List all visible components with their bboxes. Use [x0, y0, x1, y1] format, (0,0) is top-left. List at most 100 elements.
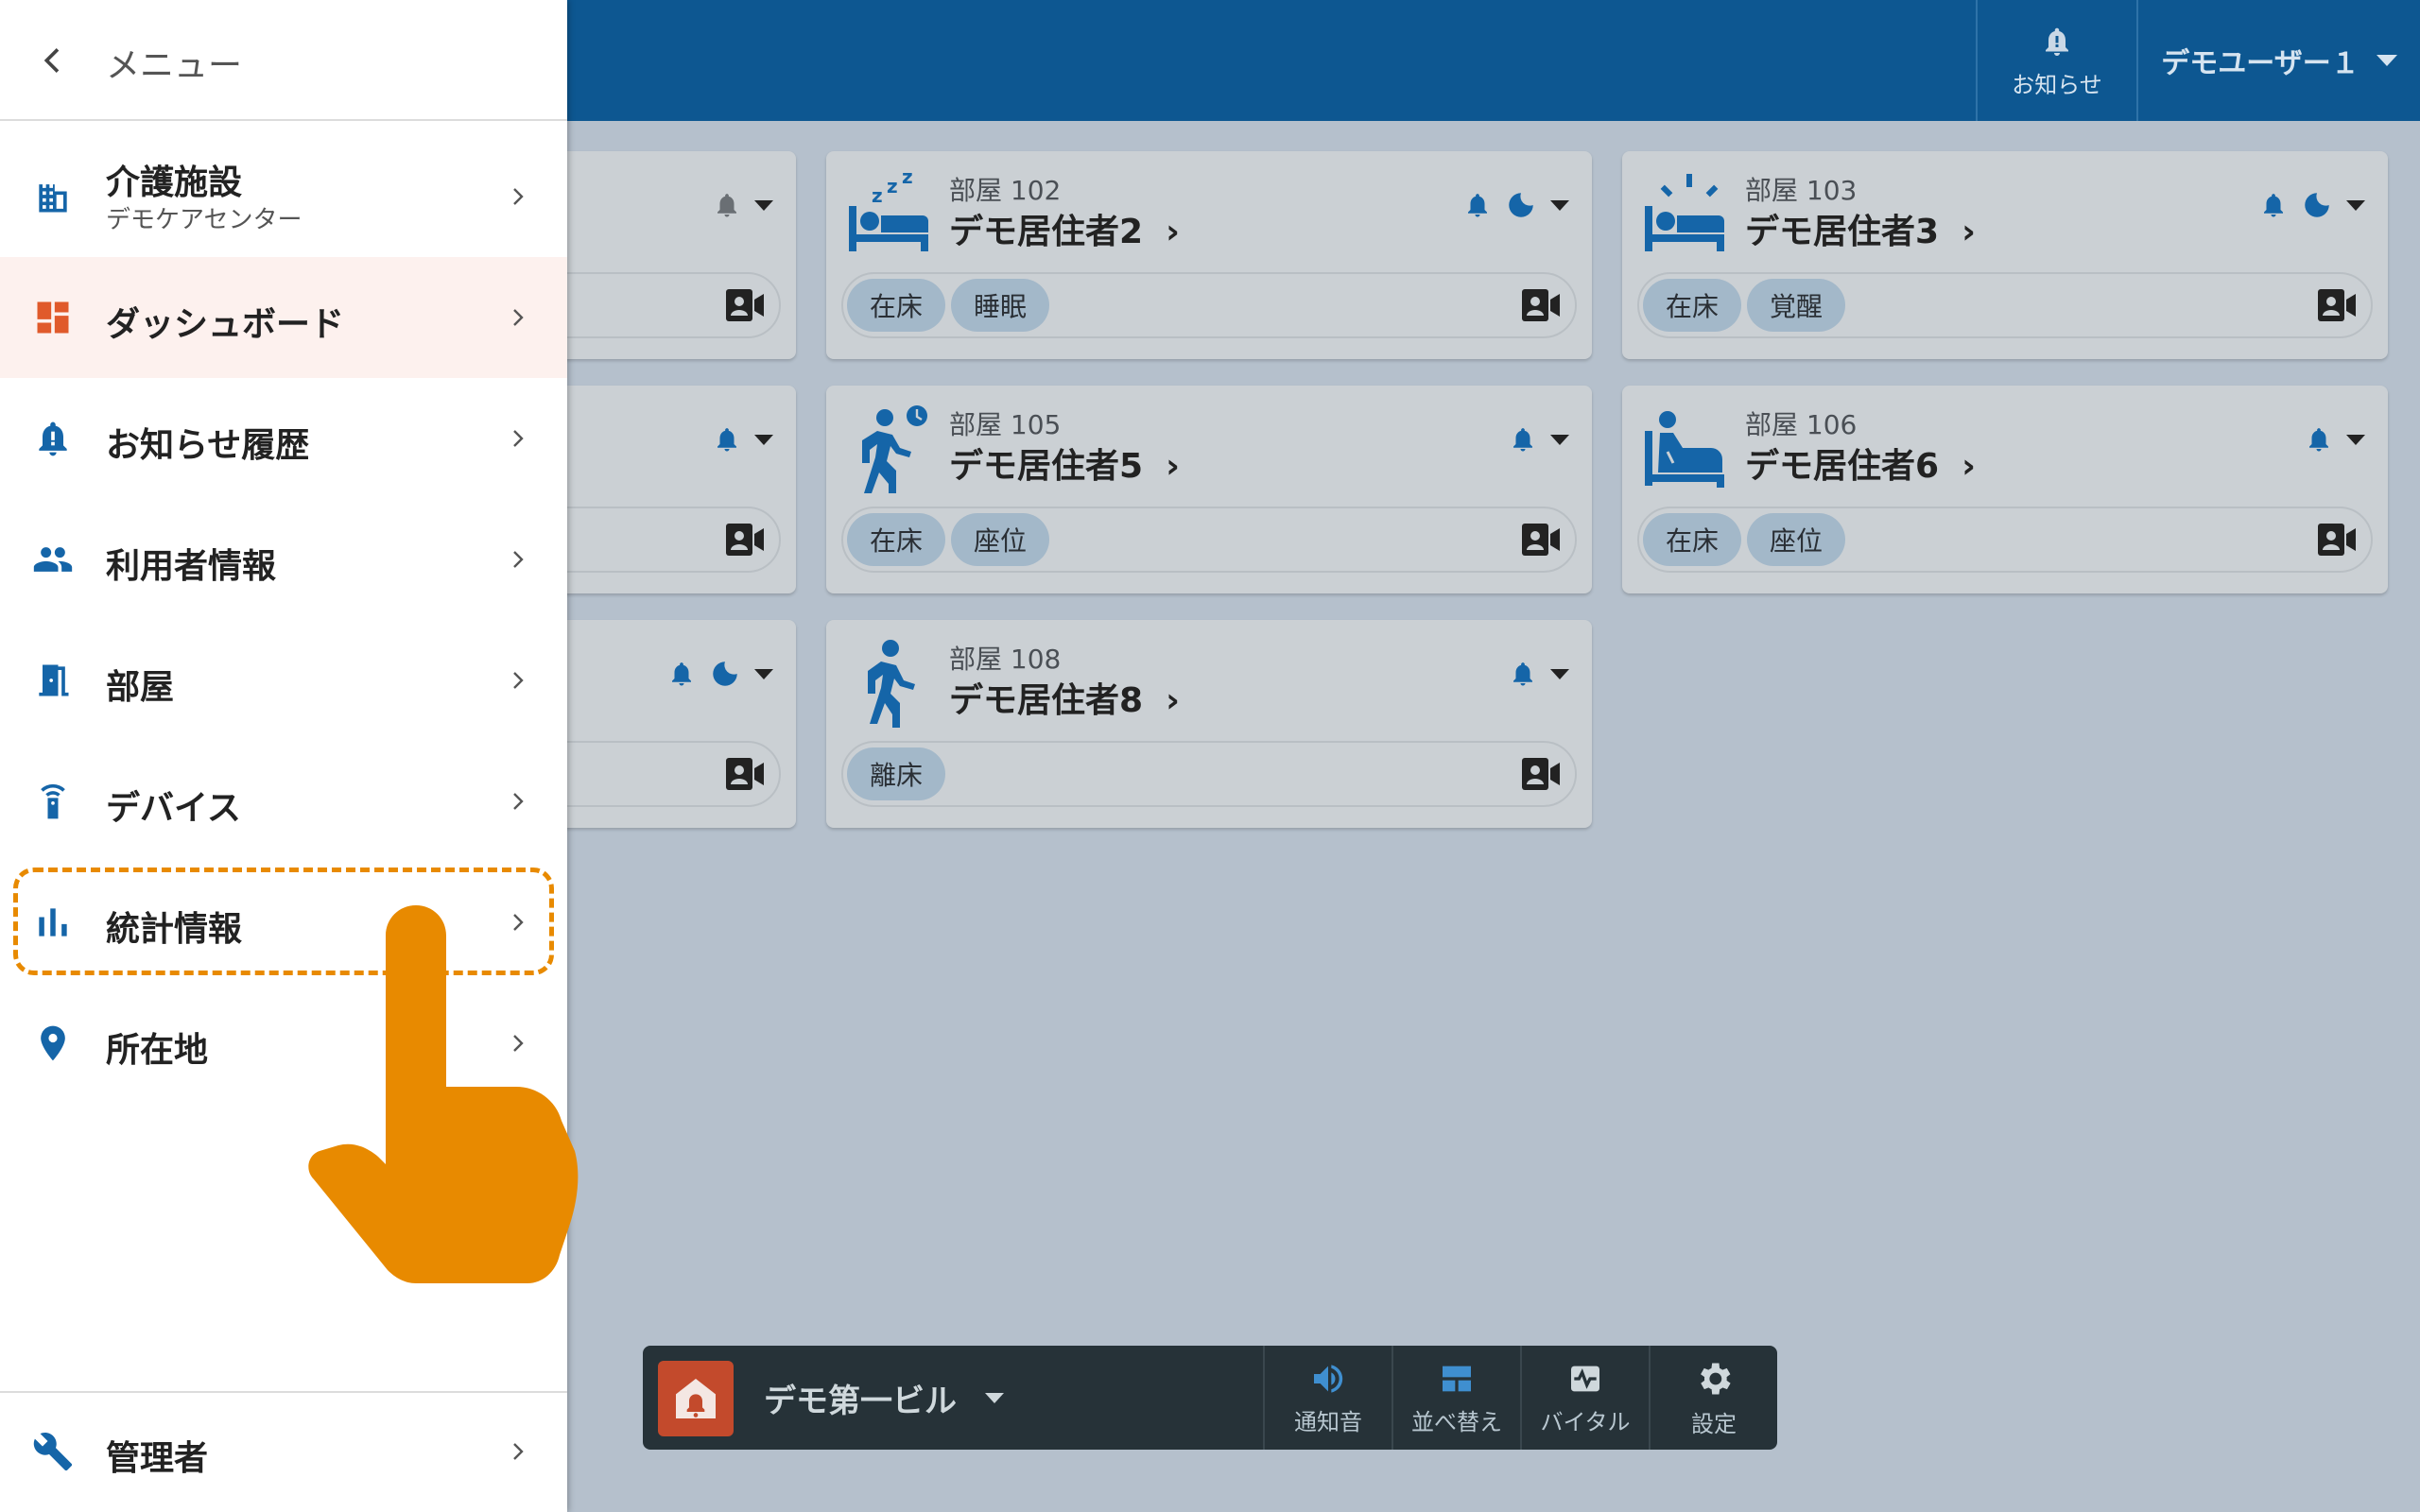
caret-down-icon[interactable]	[1550, 434, 1569, 445]
bell-icon[interactable]	[713, 423, 741, 455]
menu-item-rooms[interactable]: 部屋	[0, 620, 567, 741]
settings-label: 設定	[1691, 1410, 1737, 1437]
caret-down-icon	[985, 1392, 1004, 1403]
bell-icon[interactable]	[1463, 189, 1492, 221]
chevron-right-icon	[513, 551, 524, 568]
user-menu-button[interactable]: デモユーザー１	[2136, 0, 2420, 121]
menu-item-devices[interactable]: デバイス	[0, 741, 567, 862]
card-actions	[1463, 189, 1569, 221]
menu-item-notification-history[interactable]: お知らせ履歴	[0, 378, 567, 499]
caret-down-icon[interactable]	[754, 668, 773, 679]
sitting-bed-icon	[1639, 403, 1730, 493]
people-icon	[33, 547, 73, 572]
moon-icon[interactable]	[2301, 189, 2333, 221]
chevron-right-icon: ›	[1962, 213, 1976, 251]
camera-icon[interactable]	[1522, 524, 1560, 556]
chevron-right-icon	[513, 793, 524, 810]
caret-down-icon[interactable]	[1550, 668, 1569, 679]
resident-name: デモ居住者5	[949, 447, 1144, 486]
room-number: 部屋 105	[949, 409, 1062, 440]
resident-card[interactable]: 部屋 108 デモ居住者8 › 離床	[826, 620, 1592, 828]
room-number: 部屋 102	[949, 175, 1062, 206]
sort-button[interactable]: 並べ替え	[1392, 1346, 1520, 1450]
vitals-label: バイタル	[1540, 1408, 1631, 1435]
resident-card[interactable]: 部屋 105 デモ居住者5 › 在床 座位	[826, 386, 1592, 593]
resident-card[interactable]: z z z 部屋 102 デモ居住者2 › 在床 睡眠	[826, 151, 1592, 359]
bottom-toolbar: デモ第一ビル 通知音 並べ替え バイタル 設定	[643, 1346, 1777, 1450]
chevron-right-icon	[513, 1443, 524, 1460]
status-chip: 在床	[847, 513, 946, 566]
card-actions	[667, 658, 773, 690]
card-actions	[1509, 423, 1569, 455]
chevron-left-icon[interactable]	[34, 42, 72, 79]
resident-name: デモ居住者3	[1745, 213, 1940, 251]
camera-icon[interactable]	[726, 524, 764, 556]
wrench-icon	[33, 1433, 73, 1471]
camera-icon[interactable]	[2318, 524, 2356, 556]
menu-item-dashboard[interactable]: ダッシュボード	[0, 257, 567, 378]
walking-clock-icon	[843, 403, 934, 495]
bell-icon[interactable]	[667, 658, 696, 690]
building-selector[interactable]: デモ第一ビル	[764, 1346, 1004, 1450]
drawer-title: メニュー	[106, 46, 243, 85]
menu-item-label: 介護施設	[106, 163, 243, 202]
resident-name-link[interactable]: デモ居住者3 ›	[1745, 204, 1976, 253]
camera-icon[interactable]	[726, 758, 764, 790]
chevron-right-icon	[513, 672, 524, 689]
settings-button[interactable]: 設定	[1649, 1346, 1777, 1450]
caret-down-icon[interactable]	[2346, 199, 2365, 211]
card-actions	[2259, 189, 2365, 221]
chevron-right-icon	[513, 188, 524, 205]
svg-text:z: z	[872, 184, 883, 207]
caret-down-icon[interactable]	[2346, 434, 2365, 445]
camera-icon[interactable]	[2318, 289, 2356, 321]
notifications-button[interactable]: お知らせ	[1976, 0, 2136, 121]
resident-name-link[interactable]: デモ居住者2 ›	[949, 204, 1180, 253]
moon-icon[interactable]	[709, 658, 741, 690]
resident-card[interactable]: 部屋 103 デモ居住者3 › 在床 覚醒	[1622, 151, 2388, 359]
resident-name-link[interactable]: デモ居住者6 ›	[1745, 438, 1976, 488]
menu-item-users[interactable]: 利用者情報	[0, 499, 567, 620]
bell-icon[interactable]	[2259, 189, 2288, 221]
caret-down-icon[interactable]	[754, 434, 773, 445]
camera-icon[interactable]	[1522, 758, 1560, 790]
bell-icon[interactable]	[2305, 423, 2333, 455]
menu-item-label: 管理者	[106, 1439, 209, 1478]
vitals-button[interactable]: バイタル	[1520, 1346, 1649, 1450]
card-actions	[2305, 423, 2365, 455]
pointing-hand-icon	[308, 905, 579, 1283]
resident-card[interactable]: 部屋 106 デモ居住者6 › 在床 座位	[1622, 386, 2388, 593]
resident-name-link[interactable]: デモ居住者8 ›	[949, 673, 1180, 722]
layout-icon	[1443, 1366, 1471, 1391]
location-pin-icon	[41, 1025, 65, 1061]
menu-item-facility[interactable]: 介護施設 デモケアセンター	[0, 136, 567, 257]
walking-icon	[843, 637, 934, 728]
door-icon	[39, 664, 69, 696]
chevron-right-icon: ›	[1166, 681, 1180, 720]
moon-icon[interactable]	[1505, 189, 1537, 221]
speaker-icon	[1314, 1364, 1343, 1393]
bell-icon[interactable]	[713, 189, 741, 221]
resident-name-link[interactable]: デモ居住者5 ›	[949, 438, 1180, 488]
caret-down-icon	[2376, 55, 2397, 66]
room-number: 部屋 106	[1745, 409, 1858, 440]
camera-icon[interactable]	[1522, 289, 1560, 321]
user-name: デモユーザー１	[2161, 47, 2360, 80]
caret-down-icon[interactable]	[1550, 199, 1569, 211]
bell-icon[interactable]	[1509, 423, 1537, 455]
menu-item-label: ダッシュボード	[106, 305, 345, 344]
room-number: 部屋 108	[949, 644, 1062, 675]
caret-down-icon[interactable]	[754, 199, 773, 211]
gear-icon	[1701, 1363, 1731, 1394]
facility-name: デモケアセンター	[106, 206, 302, 234]
menu-item-admin[interactable]: 管理者	[0, 1391, 567, 1512]
vitals-icon	[1571, 1366, 1599, 1391]
status-bar: 在床 睡眠	[841, 272, 1577, 338]
camera-icon[interactable]	[726, 289, 764, 321]
sound-button[interactable]: 通知音	[1263, 1346, 1392, 1450]
svg-text:z: z	[887, 175, 898, 198]
resident-name: デモ居住者2	[949, 213, 1144, 251]
bell-icon[interactable]	[1509, 658, 1537, 690]
bell-alert-icon	[39, 421, 67, 456]
sleeping-bed-icon: zzz	[843, 165, 934, 259]
